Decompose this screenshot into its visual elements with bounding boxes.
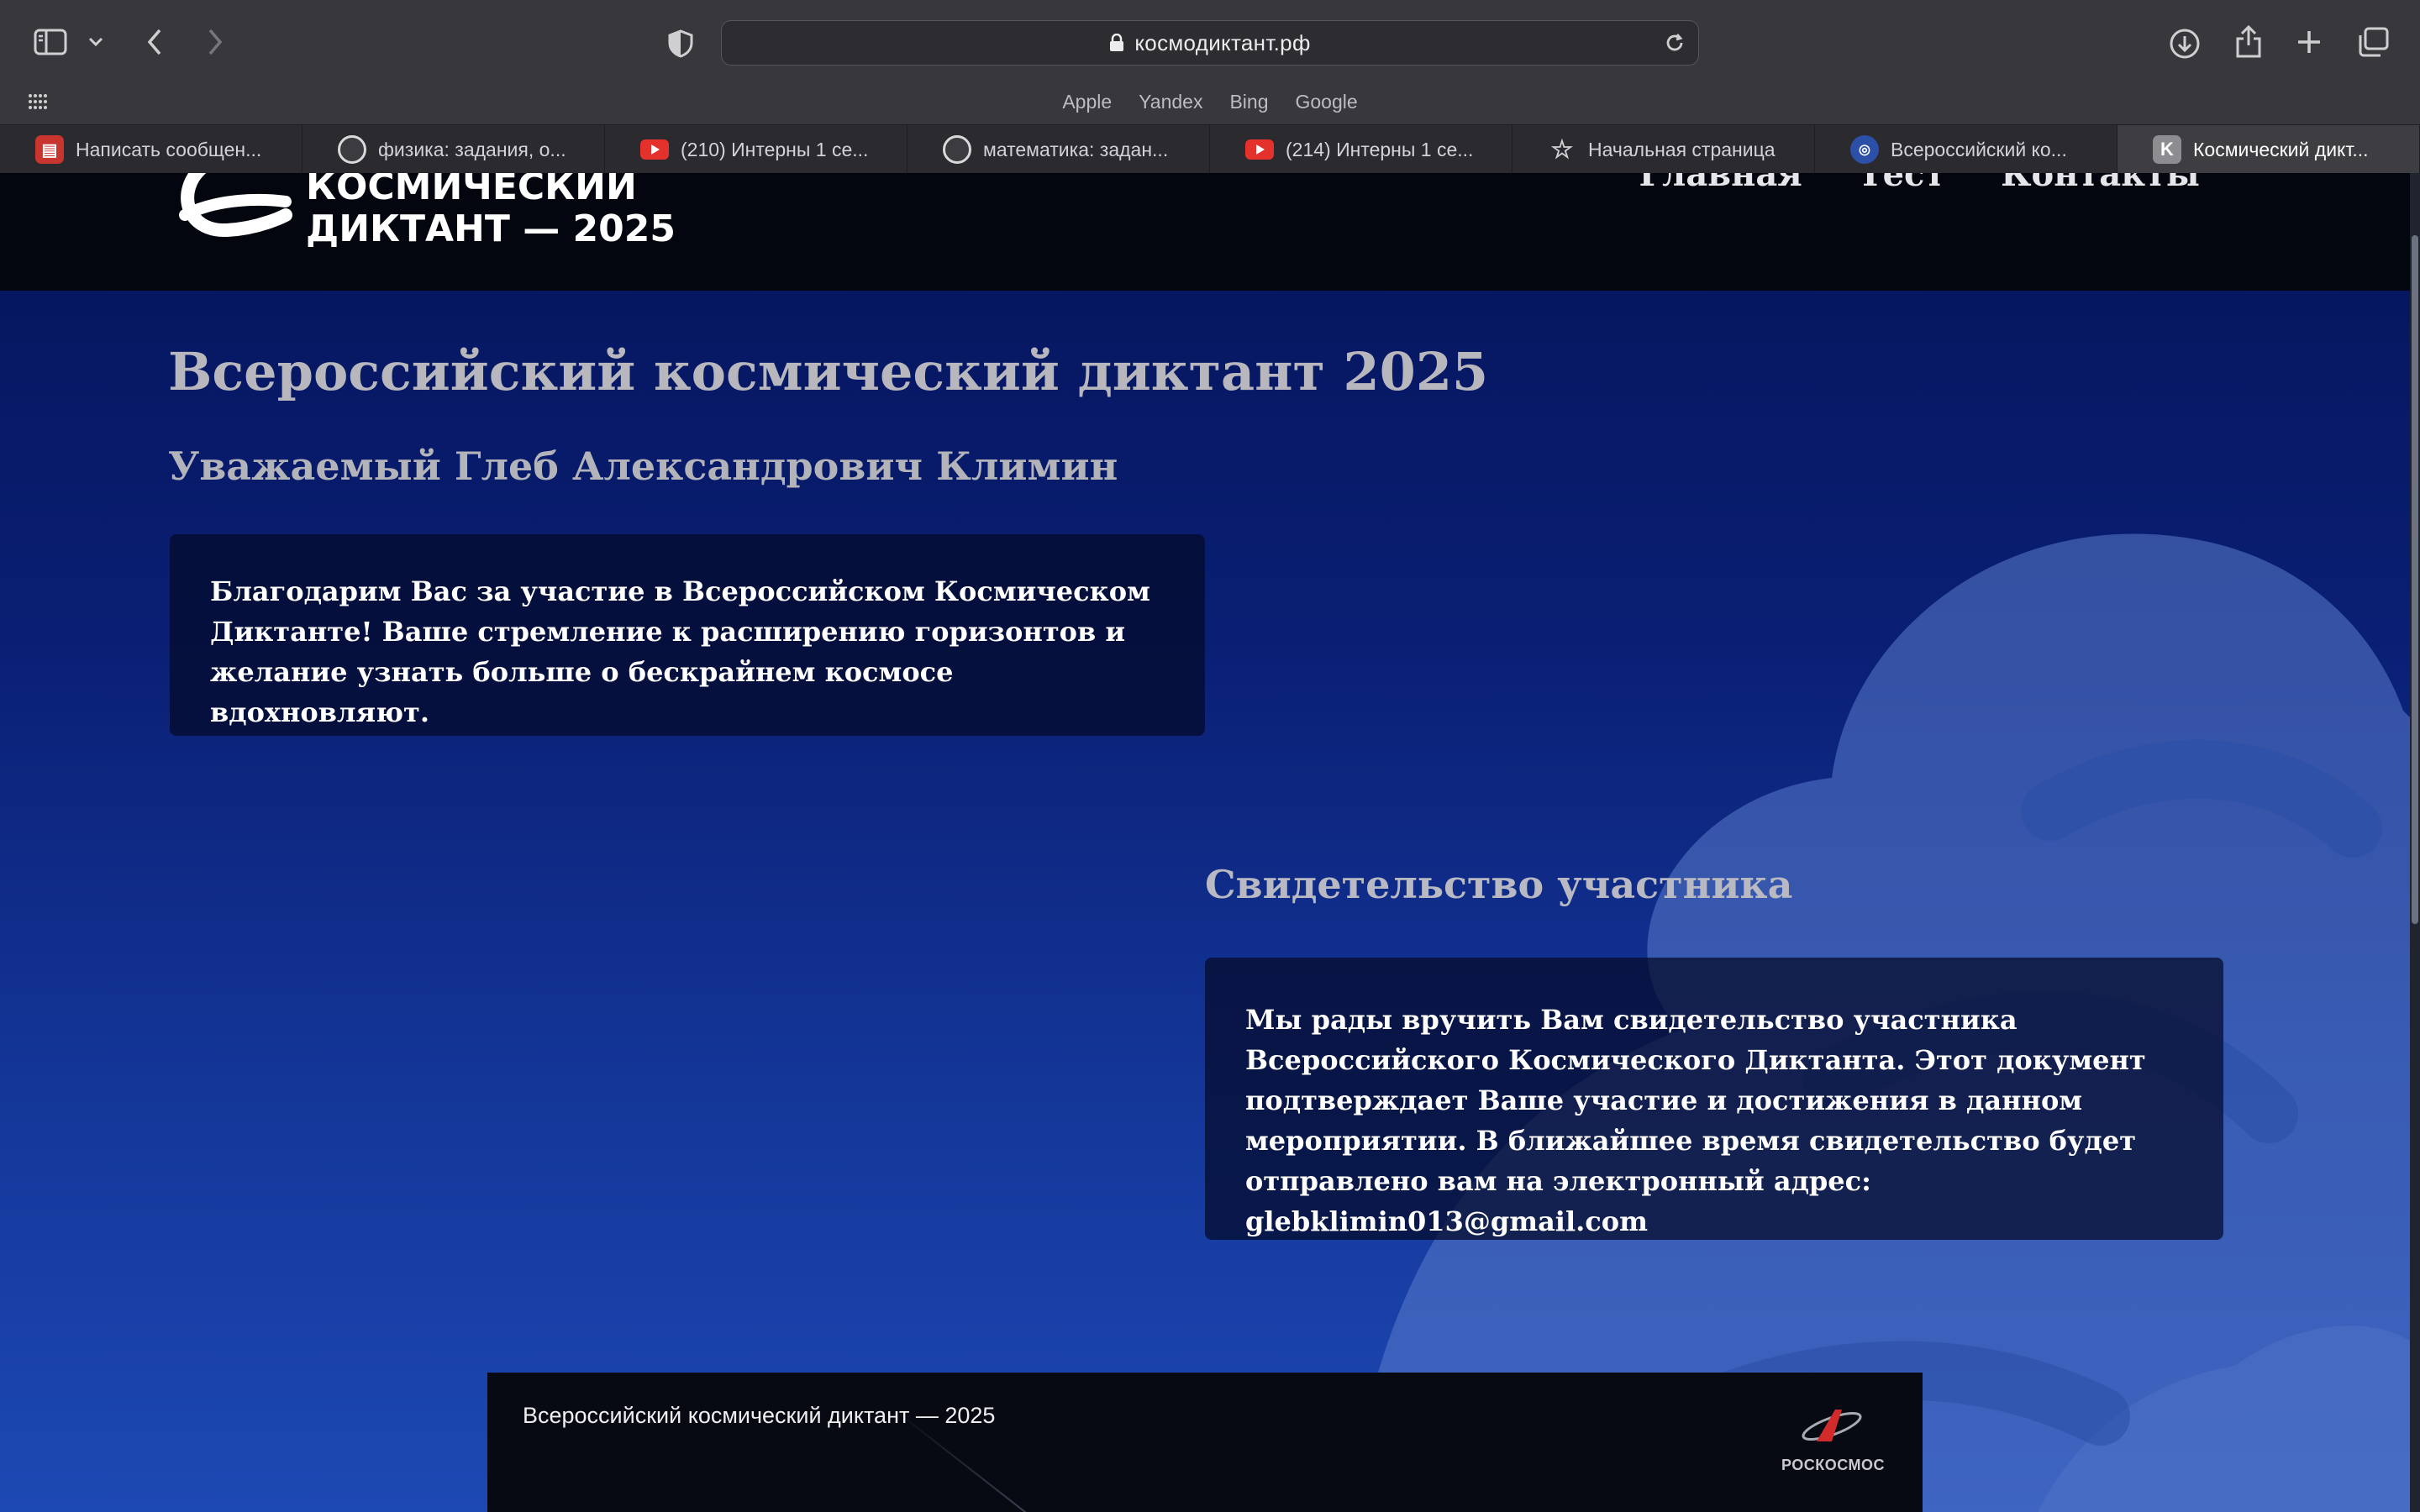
nav-contacts[interactable]: Контакты: [2001, 173, 2200, 194]
favorite-yandex[interactable]: Yandex: [1139, 91, 1202, 113]
certificate-text: Мы рады вручить Вам свидетельство участн…: [1245, 1004, 2146, 1197]
thanks-text: Благодарим Вас за участие в Всероссийско…: [210, 575, 1150, 728]
favorite-bing[interactable]: Bing: [1229, 91, 1268, 113]
back-icon[interactable]: [138, 25, 171, 59]
privacy-shield-icon[interactable]: [664, 27, 697, 60]
logo-swirl-icon[interactable]: [168, 173, 294, 249]
tab-youtube-214[interactable]: (214) Интерны 1 се...: [1210, 125, 1512, 174]
spiral-icon: [338, 135, 366, 164]
tab-active-dictation[interactable]: K Космический дикт...: [2118, 125, 2420, 174]
thanks-card: Благодарим Вас за участие в Всероссийско…: [170, 534, 1205, 736]
certificate-heading: Свидетельство участника: [1205, 862, 1793, 907]
scrollbar-thumb[interactable]: [2412, 235, 2418, 924]
reload-icon[interactable]: [1663, 31, 1686, 55]
chevron-down-icon[interactable]: [84, 30, 108, 54]
spiral-icon: [943, 135, 971, 164]
site-logo[interactable]: КОСМИЧЕСКИЙ ДИКТАНТ — 2025: [306, 173, 676, 250]
tab-physics[interactable]: физика: задания, о...: [302, 125, 605, 174]
forward-icon[interactable]: [198, 25, 232, 59]
email-address: glebklimin013@gmail.com: [1245, 1205, 1648, 1237]
new-tab-icon[interactable]: [2292, 25, 2326, 59]
tab-bar: ▤ Написать сообщен... физика: задания, о…: [0, 124, 2420, 174]
download-icon[interactable]: [2166, 25, 2203, 62]
web-page: КОСМИЧЕСКИЙ ДИКТАНТ — 2025 Главная Тест …: [0, 173, 2410, 1512]
nav-home[interactable]: Главная: [1639, 173, 1802, 194]
globe-icon: ◎: [1850, 135, 1879, 164]
tab-overview-icon[interactable]: [2354, 25, 2391, 59]
footer-text: Всероссийский космический диктант — 2025: [523, 1403, 996, 1428]
star-icon: ☆: [1550, 135, 1574, 164]
lock-icon: [1110, 34, 1124, 51]
address-bar[interactable]: космодиктант.рф: [721, 20, 1699, 66]
page-title: Всероссийский космический диктант 2025: [168, 341, 1489, 402]
roscosmos-logo-icon: [1802, 1410, 1862, 1441]
favorite-apple[interactable]: Apple: [1062, 91, 1112, 113]
browser-toolbar: космодиктант.рф Apple Yandex Bing Google…: [0, 0, 2420, 174]
k-icon: K: [2153, 135, 2181, 164]
logo-line-1: КОСМИЧЕСКИЙ: [306, 173, 637, 208]
tab-mail[interactable]: ▤ Написать сообщен...: [0, 125, 302, 174]
document-icon: ▤: [35, 135, 64, 164]
certificate-card: Мы рады вручить Вам свидетельство участн…: [1205, 958, 2223, 1240]
tab-youtube-210[interactable]: (210) Интерны 1 се...: [605, 125, 908, 174]
youtube-icon: [640, 135, 669, 164]
url-text: космодиктант.рф: [1134, 29, 1311, 55]
sidebar-toggle-icon[interactable]: [32, 25, 69, 59]
favorites-bar: Apple Yandex Bing Google: [0, 84, 2420, 119]
roscosmos-label: РОСКОСМОС: [1781, 1457, 1886, 1473]
site-header: КОСМИЧЕСКИЙ ДИКТАНТ — 2025 Главная Тест …: [0, 173, 2410, 291]
site-footer: Всероссийский космический диктант — 2025…: [487, 1373, 1923, 1512]
nav-test[interactable]: Тест: [1858, 173, 1945, 194]
logo-line-2: ДИКТАНТ — 2025: [306, 207, 676, 250]
share-icon[interactable]: [2230, 24, 2267, 60]
favorite-google[interactable]: Google: [1296, 91, 1358, 113]
tab-math[interactable]: математика: задан...: [908, 125, 1210, 174]
youtube-icon: [1245, 135, 1274, 164]
main-nav: Главная Тест Контакты: [1639, 173, 2200, 194]
tab-start-page[interactable]: ☆ Начальная страница: [1512, 125, 1815, 174]
tab-dictation-info[interactable]: ◎ Всероссийский ко...: [1815, 125, 2118, 174]
greeting-heading: Уважаемый Глеб Александрович Климин: [168, 444, 1118, 489]
